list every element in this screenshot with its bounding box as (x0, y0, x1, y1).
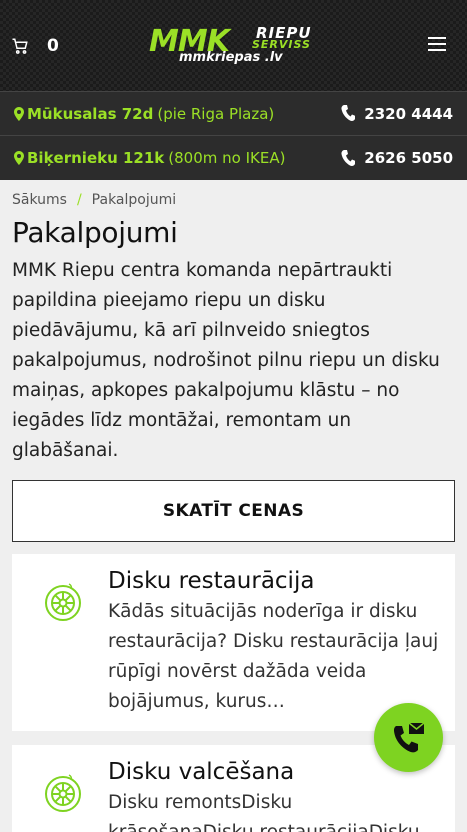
phone-link[interactable]: 2320 4444 (341, 105, 453, 123)
cart-icon (12, 38, 28, 54)
location-street: Biķernieku 121k (27, 149, 165, 167)
location-street: Mūkusalas 72d (27, 104, 154, 123)
location-note: (pie Riga Plaza) (157, 104, 275, 123)
contact-fab-button[interactable] (374, 703, 443, 772)
phone-link[interactable]: 2626 5050 (341, 149, 453, 167)
map-pin-icon (14, 106, 24, 121)
service-excerpt: Disku remontsDisku krāsošanaDisku restau… (108, 792, 420, 832)
page-intro: MMK Riepu centra komanda nepārtraukti pa… (12, 260, 440, 461)
breadcrumb-home[interactable]: Sākums (12, 192, 67, 208)
breadcrumb-current: Pakalpojumi (91, 192, 177, 208)
cart-button[interactable]: 0 (11, 36, 59, 56)
wheel-icon (45, 774, 81, 812)
wheel-icon (45, 583, 81, 621)
location-address[interactable]: Mūkusalas 72d (pie Riga Plaza) (14, 105, 274, 123)
logo-site: mmkriepas .lv (179, 50, 283, 65)
breadcrumb: Sākums / Pakalpojumi (12, 180, 455, 208)
page-title: Pakalpojumi (12, 216, 178, 249)
service-title[interactable]: Disku restaurācija (108, 568, 439, 594)
menu-icon[interactable] (428, 37, 446, 51)
phone-icon (341, 105, 356, 121)
view-prices-button[interactable]: SKATĪT CENAS (12, 480, 455, 542)
location-address[interactable]: Biķernieku 121k (800m no IKEA) (14, 149, 285, 167)
phone-number: 2320 4444 (364, 104, 453, 123)
service-card[interactable]: Disku restaurācija Kādās situācijās node… (12, 554, 455, 731)
site-header: 0 MMK RIEPU SERVISS mmkriepas .lv (0, 0, 467, 91)
location-note: (800m no IKEA) (168, 149, 286, 167)
cart-count: 0 (47, 36, 59, 56)
service-excerpt: Kādās situācijās noderīga ir disku resta… (108, 601, 439, 712)
site-logo[interactable]: MMK RIEPU SERVISS mmkriepas .lv (145, 24, 345, 70)
phone-mail-icon (393, 721, 424, 752)
location-row-2: Biķernieku 121k (800m no IKEA) 2626 5050 (0, 135, 467, 180)
location-row-1: Mūkusalas 72d (pie Riga Plaza) 2320 4444 (0, 91, 467, 135)
phone-number: 2626 5050 (364, 149, 453, 167)
breadcrumb-separator: / (76, 192, 82, 208)
phone-icon (341, 149, 356, 166)
map-pin-icon (14, 151, 24, 165)
